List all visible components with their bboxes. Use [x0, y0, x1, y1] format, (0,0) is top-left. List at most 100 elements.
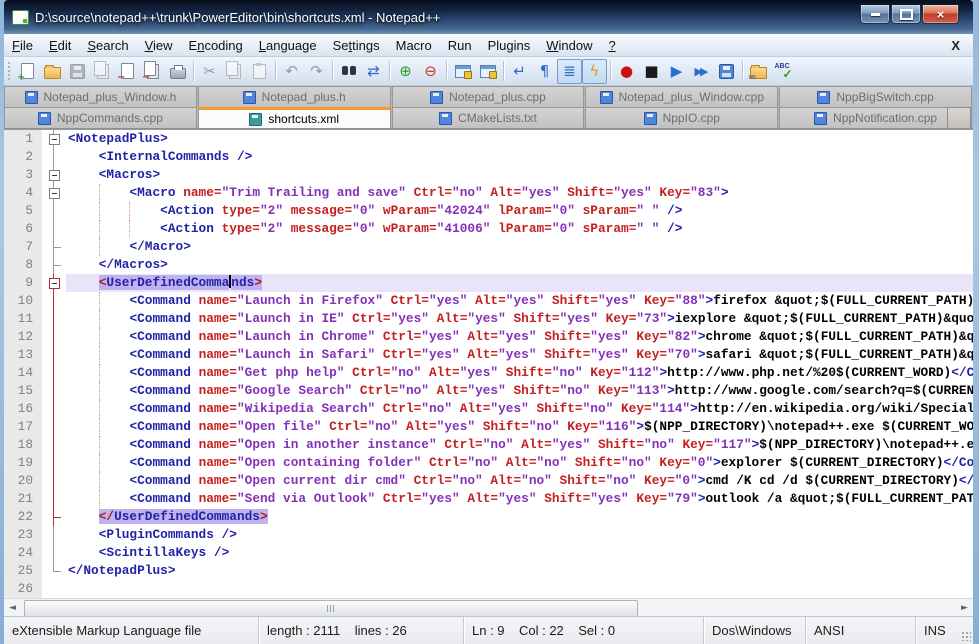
line-number[interactable]: 7 — [4, 238, 42, 256]
line-number[interactable]: 24 — [4, 544, 42, 562]
tab-cmakelists.txt[interactable]: CMakeLists.txt — [392, 107, 585, 128]
line-number[interactable]: 9 — [4, 274, 42, 292]
save-all-button[interactable] — [90, 59, 115, 84]
line-number[interactable]: 21 — [4, 490, 42, 508]
find-button[interactable] — [336, 59, 361, 84]
tab-shortcuts.xml[interactable]: shortcuts.xml — [198, 107, 391, 128]
menu-item-window[interactable]: Window — [538, 36, 600, 55]
fold-box-icon[interactable] — [49, 134, 60, 145]
function-list-button[interactable]: ϟ — [582, 59, 607, 84]
fold-marker[interactable] — [42, 166, 66, 184]
maximize-button[interactable] — [891, 5, 921, 24]
close-button[interactable]: × — [922, 5, 959, 24]
menu-item-plugins[interactable]: Plugins — [480, 36, 539, 55]
horizontal-scrollbar[interactable]: ◄ ► — [4, 598, 973, 616]
fold-marker[interactable] — [42, 130, 66, 148]
close-all-button[interactable]: − — [140, 59, 165, 84]
line-number[interactable]: 6 — [4, 220, 42, 238]
line-number[interactable]: 18 — [4, 436, 42, 454]
close-button[interactable]: − — [115, 59, 140, 84]
open-file-button[interactable] — [40, 59, 65, 84]
show-indent-guide-button[interactable]: ≣ — [557, 59, 582, 84]
zoom-in-button[interactable]: ⊕ — [393, 59, 418, 84]
tab-notepad_plus.cpp[interactable]: Notepad_plus.cpp — [392, 86, 585, 107]
line-number[interactable]: 22 — [4, 508, 42, 526]
line-number[interactable]: 3 — [4, 166, 42, 184]
line-number[interactable]: 14 — [4, 364, 42, 382]
tab-scroll-button[interactable] — [947, 107, 971, 129]
plugin-folder-button[interactable]: ∞ — [746, 59, 771, 84]
line-number[interactable]: 10 — [4, 292, 42, 310]
menu-item-file[interactable]: File — [4, 36, 41, 55]
code-token: </Macro> — [129, 239, 190, 254]
redo-button[interactable]: ↷ — [304, 59, 329, 84]
tab-nppnotification.cpp[interactable]: NppNotification.cpp — [779, 107, 972, 128]
play-macro-button[interactable]: ▶ — [664, 59, 689, 84]
spell-check-button[interactable] — [771, 59, 796, 84]
fold-box-icon[interactable] — [49, 170, 60, 181]
save-button[interactable] — [65, 59, 90, 84]
line-number[interactable]: 1 — [4, 130, 42, 148]
menu-item-edit[interactable]: Edit — [41, 36, 79, 55]
fold-marker[interactable] — [42, 184, 66, 202]
scroll-left-arrow[interactable]: ◄ — [4, 599, 21, 616]
menu-item-search[interactable]: Search — [79, 36, 136, 55]
line-number[interactable]: 25 — [4, 562, 42, 580]
line-number[interactable]: 20 — [4, 472, 42, 490]
copy-button[interactable] — [222, 59, 247, 84]
menu-item-language[interactable]: Language — [251, 36, 325, 55]
line-number[interactable]: 16 — [4, 400, 42, 418]
code-token — [68, 509, 99, 524]
tab-notepad_plus_window.cpp[interactable]: Notepad_plus_Window.cpp — [585, 86, 778, 107]
show-all-characters-button[interactable]: ¶ — [532, 59, 557, 84]
line-number[interactable]: 4 — [4, 184, 42, 202]
record-macro-button[interactable]: ● — [614, 59, 639, 84]
line-number[interactable]: 26 — [4, 580, 42, 598]
tab-nppio.cpp[interactable]: NppIO.cpp — [585, 107, 778, 128]
code-editor[interactable]: 1<NotepadPlus>2 <InternalCommands />3 <M… — [4, 129, 973, 598]
paste-button[interactable] — [247, 59, 272, 84]
line-number[interactable]: 5 — [4, 202, 42, 220]
print-button[interactable] — [165, 59, 190, 84]
menu-close-icon[interactable]: X — [946, 37, 965, 54]
stop-macro-button[interactable]: ■ — [639, 59, 664, 84]
replace-button[interactable]: ⇄ — [361, 59, 386, 84]
menu-item-encoding[interactable]: Encoding — [181, 36, 251, 55]
sync-vertical-scroll-button[interactable] — [450, 59, 475, 84]
line-number[interactable]: 11 — [4, 310, 42, 328]
line-number[interactable]: 13 — [4, 346, 42, 364]
line-number[interactable]: 8 — [4, 256, 42, 274]
zoom-out-button[interactable]: ⊖ — [418, 59, 443, 84]
resize-grip[interactable] — [961, 631, 971, 641]
tab-notepad_plus_window.h[interactable]: Notepad_plus_Window.h — [4, 86, 197, 107]
line-number[interactable]: 17 — [4, 418, 42, 436]
save-macro-button[interactable] — [714, 59, 739, 84]
tab-nppcommands.cpp[interactable]: NppCommands.cpp — [4, 107, 197, 128]
menu-item-help[interactable]: ? — [600, 36, 623, 55]
scrollbar-thumb[interactable] — [24, 600, 638, 617]
line-number[interactable]: 12 — [4, 328, 42, 346]
scroll-right-arrow[interactable]: ► — [956, 599, 973, 616]
new-file-button[interactable]: + — [15, 59, 40, 84]
fold-box-icon[interactable] — [49, 188, 60, 199]
run-macro-multiple-button[interactable]: ▶▶ — [689, 59, 714, 84]
fold-box-icon[interactable] — [49, 278, 60, 289]
tab-nppbigswitch.cpp[interactable]: NppBigSwitch.cpp — [779, 86, 972, 107]
menu-item-view[interactable]: View — [137, 36, 181, 55]
title-bar[interactable]: D:\source\notepad++\trunk\PowerEditor\bi… — [4, 0, 973, 34]
sync-horizontal-scroll-button[interactable] — [475, 59, 500, 84]
menu-item-run[interactable]: Run — [440, 36, 480, 55]
line-number[interactable]: 19 — [4, 454, 42, 472]
toolbar-grip — [7, 61, 11, 81]
line-number[interactable]: 2 — [4, 148, 42, 166]
menu-item-macro[interactable]: Macro — [388, 36, 440, 55]
fold-marker[interactable] — [42, 274, 66, 292]
line-number[interactable]: 23 — [4, 526, 42, 544]
word-wrap-button[interactable]: ↵ — [507, 59, 532, 84]
tab-notepad_plus.h[interactable]: Notepad_plus.h — [198, 86, 391, 107]
minimize-button[interactable] — [860, 5, 890, 24]
cut-button[interactable]: ✂ — [197, 59, 222, 84]
menu-item-settings[interactable]: Settings — [325, 36, 388, 55]
line-number[interactable]: 15 — [4, 382, 42, 400]
undo-button[interactable]: ↶ — [279, 59, 304, 84]
